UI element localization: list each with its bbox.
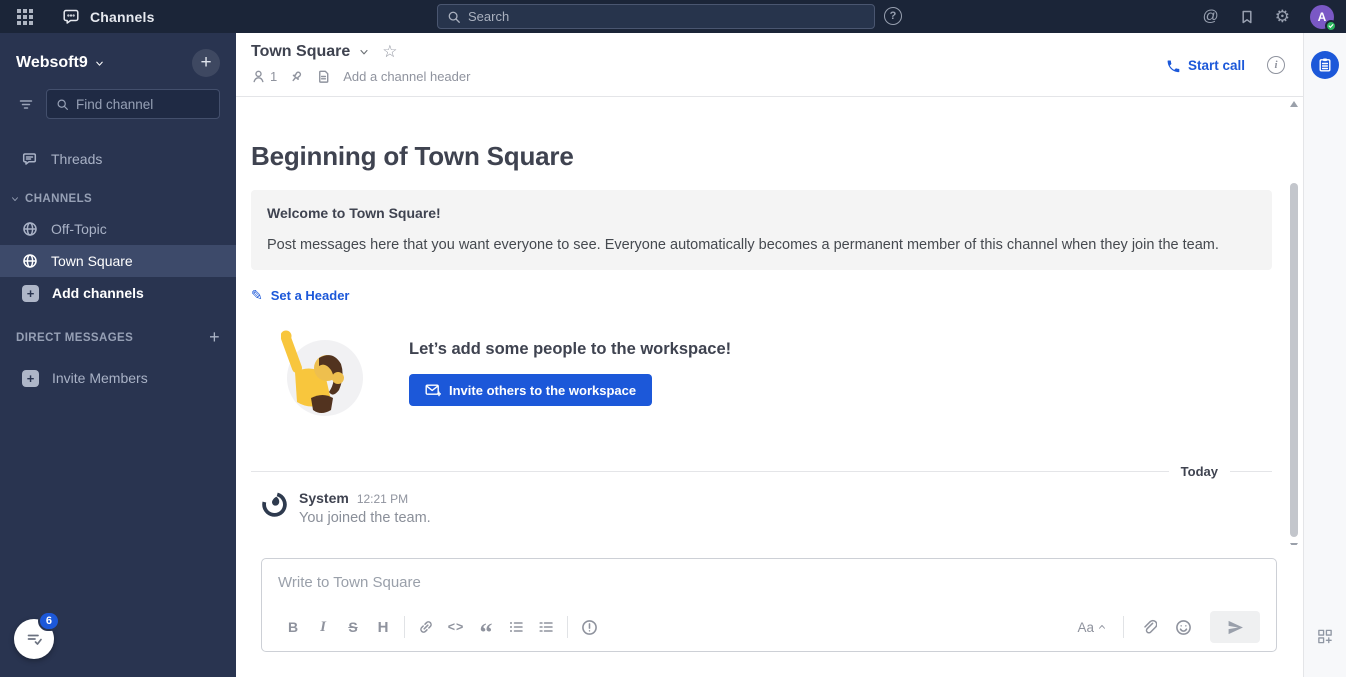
emoji-button[interactable] — [1168, 613, 1198, 641]
find-channel-box[interactable] — [46, 89, 220, 119]
chevron-down-icon — [12, 197, 18, 202]
playbooks-app-icon[interactable] — [1311, 51, 1339, 79]
app-marketplace-icon[interactable] — [1317, 628, 1334, 645]
welcome-card: Welcome to Town Square! Post messages he… — [251, 190, 1272, 270]
sidebar-item-off-topic[interactable]: Off-Topic — [0, 213, 236, 245]
onboarding-tasks-button[interactable]: 6 — [14, 611, 60, 659]
scroll-up-icon[interactable] — [1290, 101, 1298, 107]
product-switcher[interactable]: Channels — [62, 7, 155, 27]
checklist-icon — [25, 630, 43, 648]
date-divider-label[interactable]: Today — [1169, 464, 1230, 479]
set-header-button[interactable]: ✎ Set a Header — [251, 287, 1272, 304]
attachment-button[interactable] — [1134, 613, 1164, 641]
team-menu[interactable]: Websoft9 — [16, 54, 105, 72]
invite-others-button[interactable]: Invite others to the workspace — [409, 374, 653, 406]
envelope-plus-icon — [425, 382, 441, 398]
date-divider: Today — [251, 464, 1272, 479]
invite-members-button[interactable]: + Invite Members — [0, 362, 236, 394]
channels-product-icon — [62, 7, 82, 27]
plus-box-icon: + — [22, 369, 39, 387]
channels-category-header[interactable]: CHANNELS — [0, 175, 236, 213]
add-browse-channels-button[interactable]: + — [192, 49, 220, 77]
system-message: System 12:21 PM You joined the team. — [251, 490, 1272, 526]
pinned-posts-icon[interactable] — [289, 69, 304, 84]
heading-button[interactable]: H — [368, 613, 398, 641]
search-icon — [447, 10, 461, 24]
send-icon — [1228, 620, 1243, 634]
user-avatar[interactable]: A — [1310, 4, 1337, 32]
invite-heading: Let’s add some people to the workspace! — [409, 340, 732, 358]
globe-icon — [22, 221, 38, 237]
chevron-up-icon — [1099, 624, 1105, 629]
link-button[interactable] — [411, 613, 441, 641]
direct-messages-category-header[interactable]: DIRECT MESSAGES + — [0, 309, 236, 356]
scrollbar-thumb[interactable] — [1290, 183, 1298, 537]
pencil-icon: ✎ — [251, 287, 263, 303]
channel-files-icon[interactable] — [316, 69, 331, 84]
threads-icon — [22, 151, 38, 167]
chevron-down-icon — [95, 61, 103, 66]
product-menu-icon[interactable] — [12, 4, 38, 30]
message-scrollbar — [1289, 97, 1299, 545]
code-button[interactable]: <> — [441, 613, 471, 641]
channel-name[interactable]: Town Square — [251, 43, 350, 61]
channel-filter-icon[interactable] — [12, 90, 40, 118]
channel-members-button[interactable]: 1 — [251, 69, 277, 84]
settings-gear-icon[interactable]: ⚙ — [1275, 8, 1290, 25]
favorite-star-icon[interactable]: ☆ — [382, 42, 397, 62]
global-header: Channels ? @ ⚙ A — [0, 0, 1346, 33]
scroll-down-icon[interactable] — [1290, 543, 1298, 545]
find-channel-input[interactable] — [76, 96, 210, 112]
message-text: You joined the team. — [299, 510, 431, 526]
message-timestamp[interactable]: 12:21 PM — [357, 492, 408, 506]
blockquote-button[interactable]: “ — [471, 613, 501, 646]
grid-dots — [17, 8, 33, 25]
system-logo-icon — [260, 490, 289, 519]
message-input[interactable] — [278, 574, 1260, 591]
globe-icon — [22, 253, 38, 269]
saved-posts-icon[interactable] — [1239, 9, 1255, 25]
send-button[interactable] — [1210, 611, 1260, 643]
add-channels-button[interactable]: + Add channels — [0, 277, 236, 309]
numbered-list-button[interactable] — [531, 613, 561, 641]
strikethrough-button[interactable]: S — [338, 613, 368, 641]
channel-sidebar: Websoft9 + Threads CHANNELS — [0, 33, 236, 677]
search-icon — [56, 98, 69, 111]
app-bar — [1303, 33, 1346, 677]
formatting-toggle-button[interactable]: Aa — [1071, 620, 1113, 635]
channel-intro-heading: Beginning of Town Square — [251, 141, 574, 171]
online-status-icon — [1325, 19, 1337, 32]
welcome-body: Post messages here that you want everyon… — [267, 237, 1219, 253]
member-count: 1 — [270, 69, 278, 84]
add-direct-message-icon[interactable]: + — [209, 327, 220, 348]
sidebar-item-town-square[interactable]: Town Square — [0, 245, 236, 277]
message-composer[interactable]: B I S H <> “ — [261, 558, 1277, 652]
message-list: Beginning of Town Square Welcome to Town… — [236, 97, 1303, 545]
global-search[interactable] — [437, 4, 875, 29]
plus-box-icon: + — [22, 284, 39, 302]
welcome-title: Welcome to Town Square! — [267, 205, 441, 221]
tasks-badge: 6 — [37, 611, 60, 631]
phone-icon — [1167, 59, 1180, 72]
chevron-down-icon[interactable] — [358, 46, 370, 58]
italic-button[interactable]: I — [308, 613, 338, 641]
message-author[interactable]: System — [299, 490, 349, 506]
channel-info-icon[interactable]: i — [1267, 56, 1285, 74]
bold-button[interactable]: B — [278, 613, 308, 641]
person-icon — [253, 70, 264, 83]
mentions-icon[interactable]: @ — [1203, 8, 1219, 26]
channel-header: Town Square ☆ 1 Add a channel header Sta… — [236, 33, 1303, 97]
invite-illustration — [281, 328, 365, 418]
message-priority-button[interactable] — [574, 613, 604, 641]
add-channel-header-button[interactable]: Add a channel header — [343, 69, 470, 84]
sidebar-item-threads[interactable]: Threads — [0, 143, 236, 175]
product-label: Channels — [90, 8, 155, 25]
search-input[interactable] — [468, 9, 865, 24]
bulleted-list-button[interactable] — [501, 613, 531, 641]
help-icon[interactable]: ? — [884, 7, 902, 25]
start-call-button[interactable]: Start call — [1166, 58, 1245, 73]
